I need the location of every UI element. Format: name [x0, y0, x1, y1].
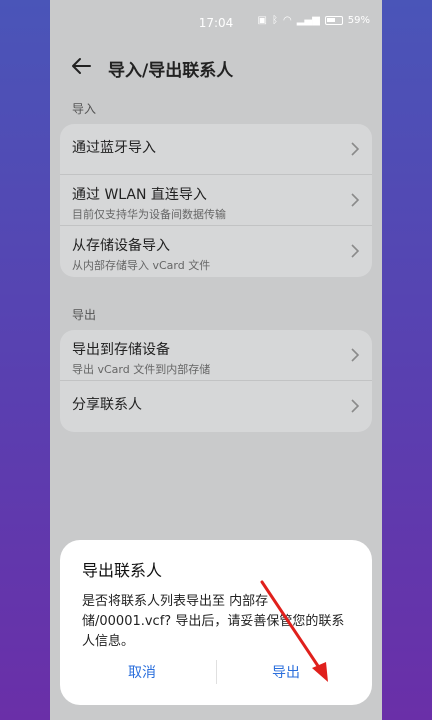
row-subtitle: 目前仅支持华为设备间数据传输	[72, 208, 226, 221]
export-section-label: 导出	[72, 308, 97, 322]
page-title: 导入/导出联系人	[108, 61, 234, 81]
chevron-right-icon	[351, 348, 360, 362]
row-title: 分享联系人	[72, 397, 142, 413]
row-title: 导出到存储设备	[72, 342, 170, 358]
wifi-icon: ◠	[282, 15, 292, 26]
chevron-right-icon	[351, 399, 360, 413]
cancel-button[interactable]: 取消	[128, 662, 156, 682]
chevron-right-icon	[351, 142, 360, 156]
battery-icon	[324, 16, 343, 25]
status-bar: 17:04 ▣ ᛒ ◠ ▂▄▆ 59%	[50, 0, 382, 44]
export-storage-row[interactable]: 导出到存储设备 导出 vCard 文件到内部存储	[60, 330, 372, 381]
row-subtitle: 导出 vCard 文件到内部存储	[72, 363, 211, 376]
import-storage-row[interactable]: 从存储设备导入 从内部存储导入 vCard 文件	[60, 226, 372, 277]
row-title: 通过 WLAN 直连导入	[72, 187, 207, 203]
import-section-label: 导入	[72, 102, 97, 116]
share-contacts-row[interactable]: 分享联系人	[60, 381, 372, 432]
export-card: 导出到存储设备 导出 vCard 文件到内部存储 分享联系人	[60, 330, 372, 432]
row-title: 从存储设备导入	[72, 238, 170, 254]
phone-screen: 17:04 ▣ ᛒ ◠ ▂▄▆ 59% 导入/导出联系人 导入 通过蓝牙导入 通…	[50, 0, 382, 720]
chevron-right-icon	[351, 244, 360, 258]
import-wlan-row[interactable]: 通过 WLAN 直连导入 目前仅支持华为设备间数据传输	[60, 175, 372, 226]
page-header: 导入/导出联系人	[50, 46, 382, 90]
signal-icon: ▂▄▆	[296, 15, 320, 26]
row-title: 通过蓝牙导入	[72, 140, 156, 156]
battery-percent: 59%	[347, 15, 370, 26]
import-bluetooth-row[interactable]: 通过蓝牙导入	[60, 124, 372, 175]
annotation-arrow-icon	[260, 580, 328, 682]
bluetooth-icon: ᛒ	[271, 15, 278, 26]
dialog-title: 导出联系人	[82, 561, 163, 580]
status-icons: ▣ ᛒ ◠ ▂▄▆ 59%	[258, 15, 371, 26]
button-divider	[216, 660, 217, 684]
chevron-right-icon	[351, 193, 360, 207]
import-card: 通过蓝牙导入 通过 WLAN 直连导入 目前仅支持华为设备间数据传输 从存储设备…	[60, 124, 372, 277]
nfc-icon: ▣	[257, 15, 267, 26]
row-subtitle: 从内部存储导入 vCard 文件	[72, 259, 211, 272]
back-arrow-icon[interactable]	[68, 52, 96, 80]
